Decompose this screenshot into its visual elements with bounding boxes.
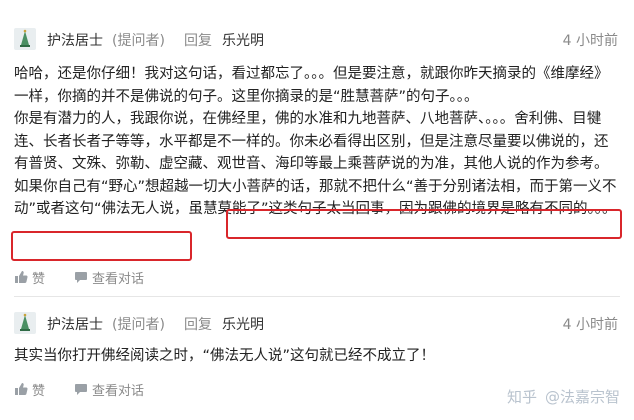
watermark: 知乎 @法嘉宗智: [507, 386, 620, 407]
asker-badge: (提问者): [112, 317, 165, 333]
timestamp: 4 小时前: [562, 33, 618, 49]
watermark-account: @法嘉宗智: [544, 388, 620, 406]
avatar[interactable]: [14, 312, 36, 334]
chat-bubble-icon: [75, 384, 87, 395]
comment-paragraph: 其实当你打开佛经阅读之时，“佛法无人说”这句就已经不成立了！: [14, 348, 436, 364]
comment-body: 哈哈，还是你仔细！我对这句话，看过都忘了。。。但是要注意，就跟你昨天摘录的《维摩…: [14, 63, 620, 221]
comment-header: 护法居士 (提问者) 回复 乐光明 4 小时前: [14, 312, 620, 336]
thumbs-up-icon: [15, 383, 28, 395]
author-name[interactable]: 护法居士: [47, 30, 103, 50]
timestamp: 4 小时前: [562, 317, 618, 333]
chat-bubble-icon: [75, 272, 87, 283]
view-conversation-label: 查看对话: [92, 272, 145, 287]
stupa-icon: [20, 313, 30, 331]
reply-target-name[interactable]: 乐光明: [222, 314, 264, 334]
view-conversation-button[interactable]: 查看对话: [74, 380, 164, 400]
thumbs-up-icon: [15, 271, 28, 283]
avatar[interactable]: [14, 28, 36, 50]
view-conversation-button[interactable]: 查看对话: [74, 268, 164, 288]
reply-label: 回复: [184, 317, 212, 333]
asker-badge: (提问者): [112, 33, 165, 49]
comment-paragraph: 哈哈，还是你仔细！我对这句话，看过都忘了。。。但是要注意，就跟你昨天摘录的《维摩…: [14, 66, 609, 105]
like-button[interactable]: 赞: [14, 380, 64, 400]
author-name[interactable]: 护法居士: [47, 314, 103, 334]
reply-label: 回复: [184, 33, 212, 49]
comment-header: 护法居士 (提问者) 回复 乐光明 4 小时前: [14, 28, 620, 52]
comment-paragraph: 你是有潜力的人，我跟你说，在佛经里，佛的水准和九地菩萨、八地菩萨、。。。舍利佛、…: [14, 111, 617, 217]
watermark-platform: 知乎: [506, 388, 537, 406]
like-button[interactable]: 赞: [14, 268, 64, 288]
like-label: 赞: [32, 384, 46, 399]
comment-body: 其实当你打开佛经阅读之时，“佛法无人说”这句就已经不成立了！: [14, 345, 620, 368]
comment-item: 护法居士 (提问者) 回复 乐光明 4 小时前 哈哈，还是你仔细！我对这句话，看…: [0, 0, 634, 297]
like-label: 赞: [32, 272, 46, 287]
divider: [14, 296, 620, 297]
reply-target-name[interactable]: 乐光明: [222, 30, 264, 50]
view-conversation-label: 查看对话: [92, 384, 145, 399]
stupa-icon: [20, 29, 30, 47]
